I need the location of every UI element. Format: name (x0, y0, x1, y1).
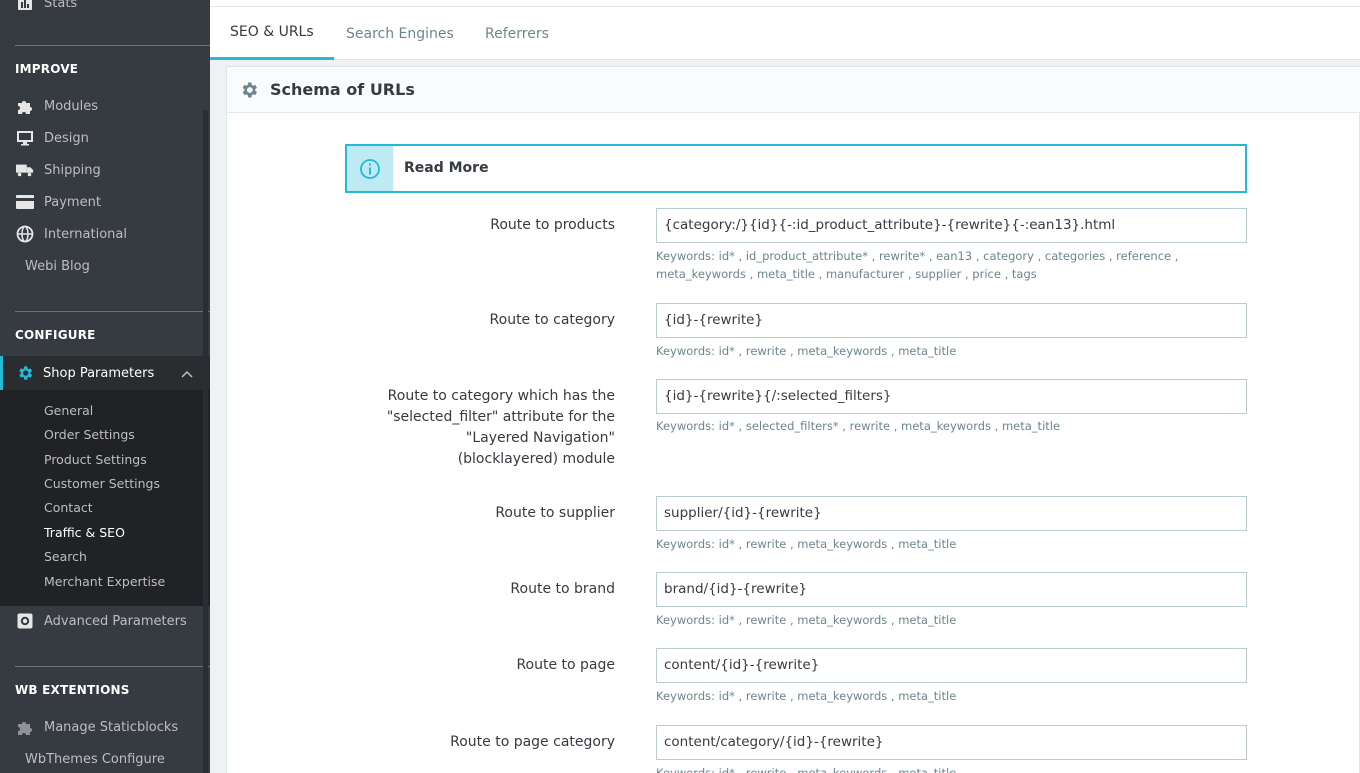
read-more-link[interactable]: Read More (404, 160, 489, 176)
route-input[interactable]: {id}-{rewrite} (656, 303, 1247, 338)
route-label: Route to category (489, 312, 615, 328)
sidebar-item-design[interactable]: Design (0, 124, 203, 152)
route-help: Keywords: id* , rewrite , meta_keywords … (656, 613, 957, 627)
route-input[interactable]: supplier/{id}-{rewrite} (656, 496, 1247, 531)
route-label: Route to products (490, 217, 615, 233)
sidebar-item-label: Shipping (44, 162, 101, 178)
route-label: Route to page category (450, 734, 615, 750)
bar-chart-icon (16, 0, 34, 12)
header-strip (210, 0, 1360, 7)
route-input[interactable]: brand/{id}-{rewrite} (656, 572, 1247, 607)
divider (15, 45, 210, 46)
sidebar-subitem-order-settings[interactable]: Order Settings (44, 427, 135, 442)
chevron-up-icon (181, 367, 193, 381)
sidebar-subitem-customer-settings[interactable]: Customer Settings (44, 476, 160, 491)
route-label: Route to brand (510, 581, 615, 597)
sidebar-item-shipping[interactable]: Shipping (0, 156, 203, 184)
sidebar-item-label: Payment (44, 194, 101, 210)
puzzle-icon (16, 718, 34, 736)
sidebar-subitem-contact[interactable]: Contact (44, 500, 93, 515)
sidebar-subitem-product-settings[interactable]: Product Settings (44, 452, 147, 467)
route-input[interactable]: content/{id}-{rewrite} (656, 648, 1247, 683)
divider (15, 311, 210, 312)
tab-seo-urls[interactable]: SEO & URLs (210, 7, 334, 60)
monitor-icon (16, 129, 34, 147)
sidebar-item-label: Modules (44, 98, 99, 114)
tab-bar: SEO & URLs Search Engines Referrers (210, 7, 1360, 60)
sidebar-item-label: International (44, 226, 127, 242)
route-help: Keywords: id* , rewrite , meta_keywords … (656, 344, 957, 358)
schema-of-urls-panel: Schema of URLs Read More Route to produc… (226, 66, 1360, 773)
route-help: Keywords: id* , rewrite , meta_keywords … (656, 689, 957, 703)
globe-icon (16, 225, 34, 243)
route-help: Keywords: id* , rewrite , meta_keywords … (656, 766, 957, 773)
sidebar-subitem-search[interactable]: Search (44, 549, 87, 564)
info-icon (347, 146, 393, 191)
gear-icon (239, 80, 259, 100)
sidebar-item-label: Advanced Parameters (44, 613, 187, 629)
route-input[interactable]: {category:/}{id}{-:id_product_attribute}… (656, 208, 1247, 243)
sidebar-item-label: Manage Staticblocks (44, 719, 179, 735)
settings-box-icon (16, 612, 34, 630)
route-help: Keywords: id* , selected_filters* , rewr… (656, 419, 1061, 433)
sidebar-item-international[interactable]: International (0, 220, 203, 248)
tab-referrers[interactable]: Referrers (465, 7, 569, 60)
credit-card-icon (16, 193, 34, 211)
section-heading-wb-extentions: WB EXTENTIONS (15, 683, 130, 697)
route-help: Keywords: id* , rewrite , meta_keywords … (656, 537, 957, 551)
sidebar-item-advanced-parameters[interactable]: Advanced Parameters (0, 607, 203, 635)
tab-search-engines[interactable]: Search Engines (326, 7, 474, 60)
sidebar-item-label: Stats (44, 0, 78, 11)
info-alert[interactable]: Read More (345, 144, 1247, 193)
section-heading-configure: CONFIGURE (15, 328, 96, 342)
panel-title: Schema of URLs (270, 80, 415, 99)
route-label: Route to supplier (495, 505, 615, 521)
sidebar-subitem-general[interactable]: General (44, 403, 93, 418)
sidebar-item-label: WbThemes Configure (25, 751, 165, 767)
sidebar-item-webi-blog[interactable]: Webi Blog (0, 252, 203, 280)
sidebar-item-payment[interactable]: Payment (0, 188, 203, 216)
puzzle-icon (16, 97, 34, 115)
sidebar-item-modules[interactable]: Modules (0, 92, 203, 120)
main-content: SEO & URLs Search Engines Referrers Sche… (210, 0, 1360, 773)
route-label: Route to category which has the "selecte… (386, 388, 615, 467)
gear-icon (16, 364, 34, 382)
sidebar-item-wbthemes-configure[interactable]: WbThemes Configure (0, 745, 203, 773)
sidebar-item-stats[interactable]: Stats (0, 0, 203, 17)
panel-header: Schema of URLs (227, 67, 1360, 113)
sidebar-item-manage-staticblocks[interactable]: Manage Staticblocks (0, 713, 203, 741)
route-label: Route to page (516, 657, 615, 673)
sidebar-item-shop-parameters[interactable]: Shop Parameters (0, 359, 203, 387)
sidebar-item-label: Design (44, 130, 89, 146)
truck-icon (16, 161, 34, 179)
sidebar-subitem-merchant-expertise[interactable]: Merchant Expertise (44, 574, 165, 589)
route-help: Keywords: id* , id_product_attribute* , … (656, 249, 1179, 281)
sidebar-item-label: Shop Parameters (43, 365, 155, 381)
route-input[interactable]: content/category/{id}-{rewrite} (656, 725, 1247, 760)
route-input[interactable]: {id}-{rewrite}{/:selected_filters} (656, 379, 1247, 414)
sidebar-item-label: Webi Blog (25, 258, 90, 274)
divider (15, 666, 210, 667)
section-heading-improve: IMPROVE (15, 62, 79, 76)
sidebar-scrollbar[interactable] (203, 110, 208, 773)
sidebar-subitem-traffic-seo[interactable]: Traffic & SEO (44, 525, 125, 540)
sidebar: Stats IMPROVE Modules Design Shipping Pa… (0, 0, 210, 773)
